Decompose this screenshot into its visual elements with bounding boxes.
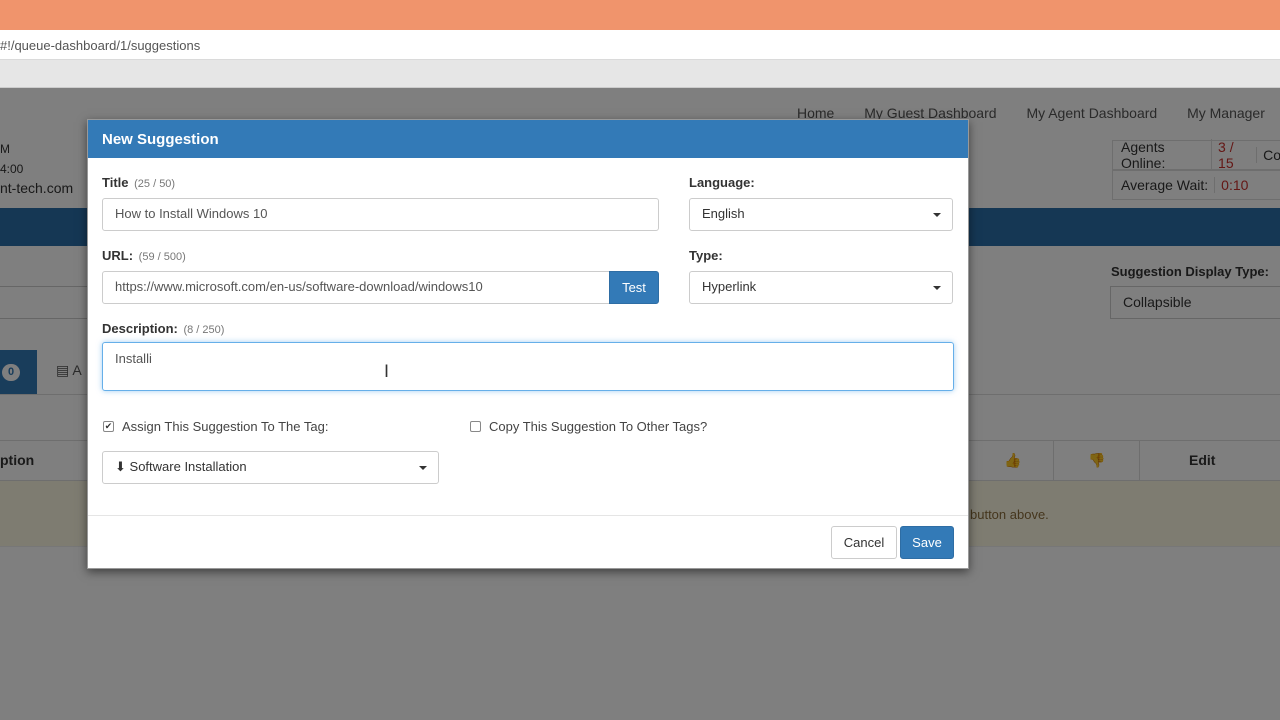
tag-value: Software Installation xyxy=(129,459,247,474)
title-input[interactable]: How to Install Windows 10 xyxy=(102,198,659,231)
title-char-count: (25 / 50) xyxy=(134,178,176,190)
save-button[interactable]: Save xyxy=(900,526,954,559)
title-label-group: Title (25 / 50) xyxy=(102,175,175,190)
download-icon: ⬇ xyxy=(115,459,126,474)
test-url-button[interactable]: Test xyxy=(609,271,659,304)
cancel-button[interactable]: Cancel xyxy=(831,526,897,559)
modal-title: New Suggestion xyxy=(88,120,968,158)
url-char-count: (59 / 500) xyxy=(138,251,186,263)
chevron-down-icon xyxy=(933,286,941,290)
url-label: URL: xyxy=(102,248,134,263)
description-label-group: Description: (8 / 250) xyxy=(102,321,224,336)
url-label-group: URL: (59 / 500) xyxy=(102,248,186,263)
copy-tags-checkbox[interactable] xyxy=(470,421,481,432)
new-suggestion-modal: New Suggestion Title (25 / 50) How to In… xyxy=(87,119,969,569)
browser-titlebar xyxy=(0,0,1280,30)
modal-footer-divider xyxy=(88,515,968,516)
url-input[interactable]: https://www.microsoft.com/en-us/software… xyxy=(102,271,610,304)
tag-select[interactable]: ⬇ Software Installation xyxy=(102,451,439,484)
language-select[interactable]: English xyxy=(689,198,953,231)
browser-toolbar-strip xyxy=(0,60,1280,88)
address-bar[interactable]: #!/queue-dashboard/1/suggestions xyxy=(0,30,1280,60)
assign-tag-checkbox[interactable]: ✔ xyxy=(103,421,114,432)
title-label: Title xyxy=(102,175,129,190)
type-value: Hyperlink xyxy=(702,279,757,294)
type-select[interactable]: Hyperlink xyxy=(689,271,953,304)
text-cursor-icon: I xyxy=(384,362,390,382)
description-char-count: (8 / 250) xyxy=(183,324,225,336)
copy-tags-label: Copy This Suggestion To Other Tags? xyxy=(489,419,708,434)
language-value: English xyxy=(702,206,745,221)
chevron-down-icon xyxy=(419,466,427,470)
chevron-down-icon xyxy=(933,213,941,217)
address-url[interactable]: #!/queue-dashboard/1/suggestions xyxy=(0,38,200,53)
description-label: Description: xyxy=(102,321,178,336)
assign-tag-label: Assign This Suggestion To The Tag: xyxy=(122,419,329,434)
description-textarea[interactable]: Installi xyxy=(102,342,954,391)
type-label: Type: xyxy=(689,248,723,263)
language-label: Language: xyxy=(689,175,755,190)
